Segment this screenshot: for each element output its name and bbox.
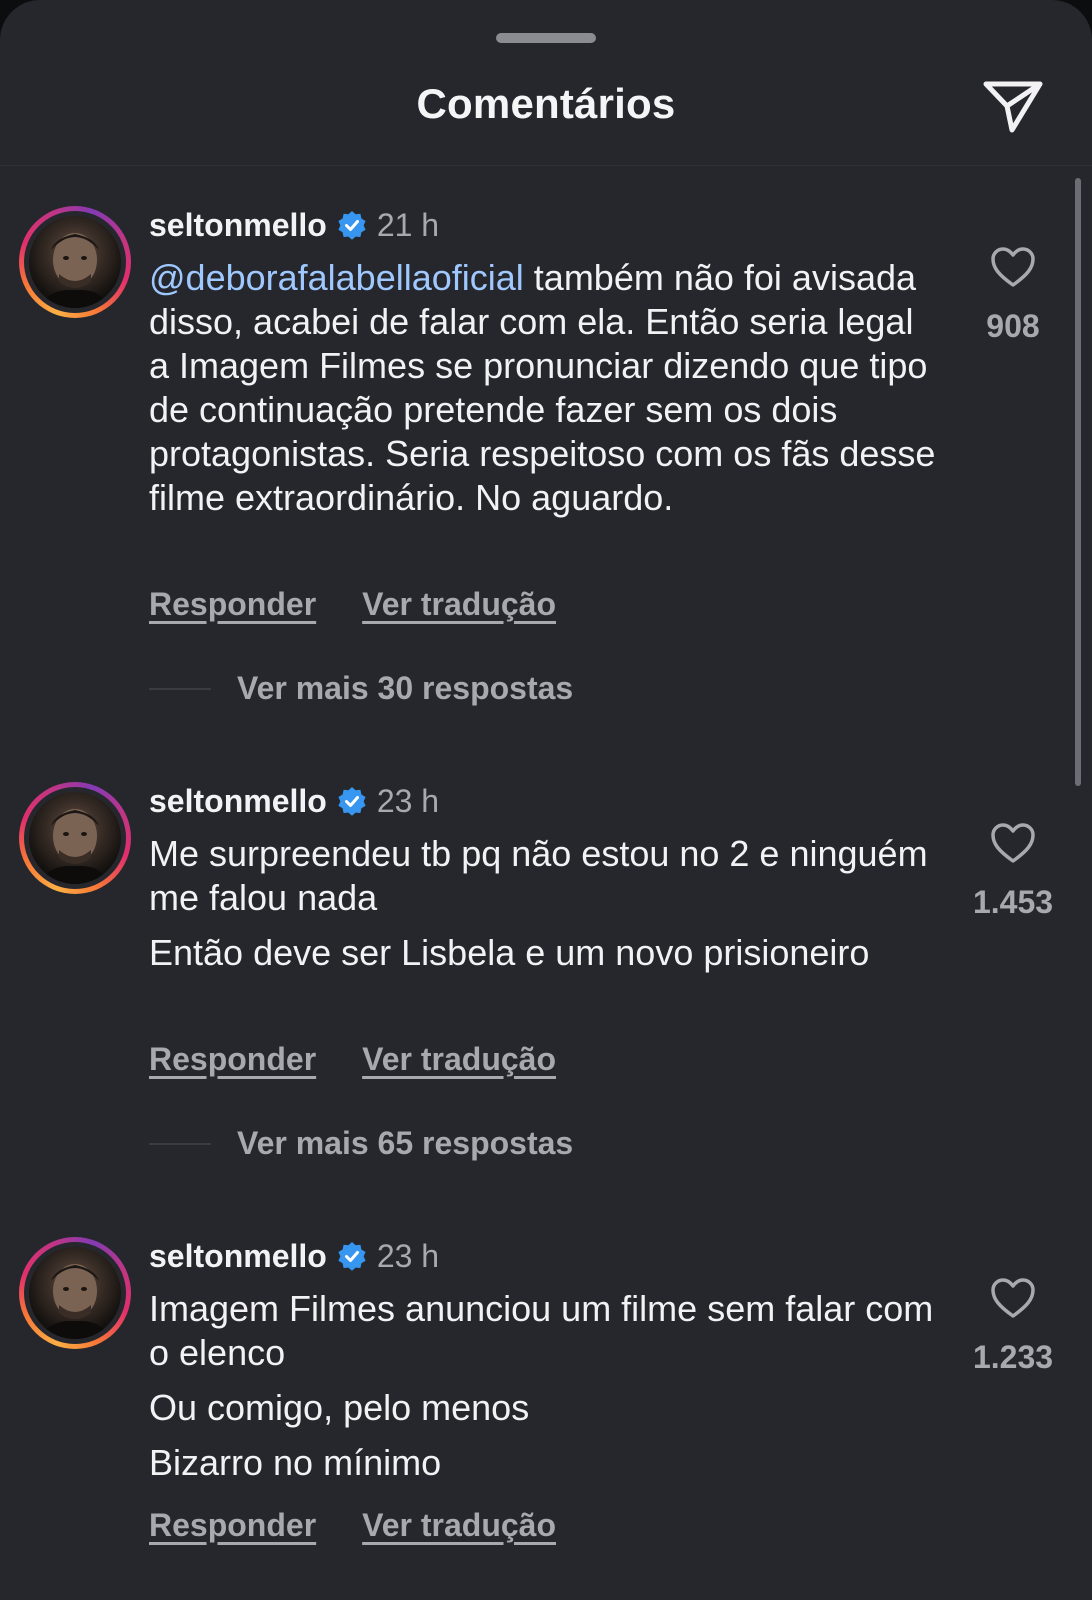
profile-photo <box>39 1264 111 1339</box>
like-count: 1.233 <box>972 1339 1054 1375</box>
comment-paragraph: Então deve ser Lisbela e um novo prision… <box>149 932 870 973</box>
view-more-replies-label: Ver mais 30 respostas <box>237 670 574 706</box>
reply-button[interactable]: Responder <box>149 1041 316 1078</box>
comment-time: 23 h <box>376 782 440 819</box>
comment-header: seltonmello 23 h <box>149 1236 439 1276</box>
like-count: 908 <box>986 308 1040 344</box>
view-more-replies[interactable]: Ver mais 30 respostas <box>149 670 573 707</box>
translate-button[interactable]: Ver tradução <box>362 1041 556 1078</box>
comment-paragraph: Bizarro no mínimo <box>149 1442 442 1483</box>
heart-outline-icon <box>991 1278 1035 1318</box>
comment-time: 23 h <box>376 1237 440 1274</box>
view-more-replies-label: Ver mais 65 respostas <box>237 1125 574 1161</box>
heart-outline-icon <box>991 247 1035 287</box>
comment-text: @deborafalabellaoficial também não foi a… <box>149 256 939 520</box>
header-divider <box>0 165 1092 166</box>
translate-button[interactable]: Ver tradução <box>362 586 556 623</box>
verified-badge-icon <box>338 787 366 816</box>
verified-badge-icon <box>338 211 366 240</box>
reply-button[interactable]: Responder <box>149 1507 316 1544</box>
comment-header: seltonmello 23 h <box>149 781 439 821</box>
comment-paragraph: Me surpreendeu tb pq não estou no 2 e ni… <box>149 833 928 918</box>
avatar[interactable] <box>19 1237 131 1349</box>
paper-plane-icon[interactable] <box>980 76 1046 136</box>
comment-paragraph: Ou comigo, pelo menos <box>149 1387 530 1428</box>
profile-photo <box>39 809 111 884</box>
comment-text: Imagem Filmes anunciou um filme sem fala… <box>149 1287 939 1485</box>
thread-line <box>149 1142 211 1145</box>
mention-link[interactable]: @deborafalabellaoficial <box>149 257 524 298</box>
heart-outline-icon <box>991 823 1035 863</box>
profile-photo <box>39 233 111 308</box>
like-count: 1.453 <box>972 884 1054 920</box>
avatar[interactable] <box>19 782 131 894</box>
username[interactable]: seltonmello <box>149 1238 327 1275</box>
like-button[interactable]: 908 <box>953 245 1073 345</box>
like-button[interactable]: 1.233 <box>953 1276 1073 1376</box>
scrollbar[interactable] <box>1075 178 1081 786</box>
like-button[interactable]: 1.453 <box>953 821 1073 921</box>
page-title: Comentários <box>416 80 676 127</box>
comment-actions: Responder Ver tradução <box>149 1041 556 1078</box>
username[interactable]: seltonmello <box>149 783 327 820</box>
comment-actions: Responder Ver tradução <box>149 586 556 623</box>
username[interactable]: seltonmello <box>149 207 327 244</box>
comment-paragraph: Imagem Filmes anunciou um filme sem fala… <box>149 1288 934 1373</box>
view-more-replies[interactable]: Ver mais 65 respostas <box>149 1125 573 1162</box>
comment-actions: Responder Ver tradução <box>149 1507 556 1544</box>
thread-line <box>149 687 211 690</box>
avatar[interactable] <box>19 206 131 318</box>
comments-sheet: Comentários seltonmello 21 h @deborafala… <box>0 0 1092 1600</box>
verified-badge-icon <box>338 1242 366 1271</box>
sheet-grabber[interactable] <box>496 33 596 43</box>
comment-text: Me surpreendeu tb pq não estou no 2 e ni… <box>149 832 939 975</box>
comment-time: 21 h <box>376 206 440 243</box>
comment-header: seltonmello 21 h <box>149 205 439 245</box>
reply-button[interactable]: Responder <box>149 586 316 623</box>
translate-button[interactable]: Ver tradução <box>362 1507 556 1544</box>
